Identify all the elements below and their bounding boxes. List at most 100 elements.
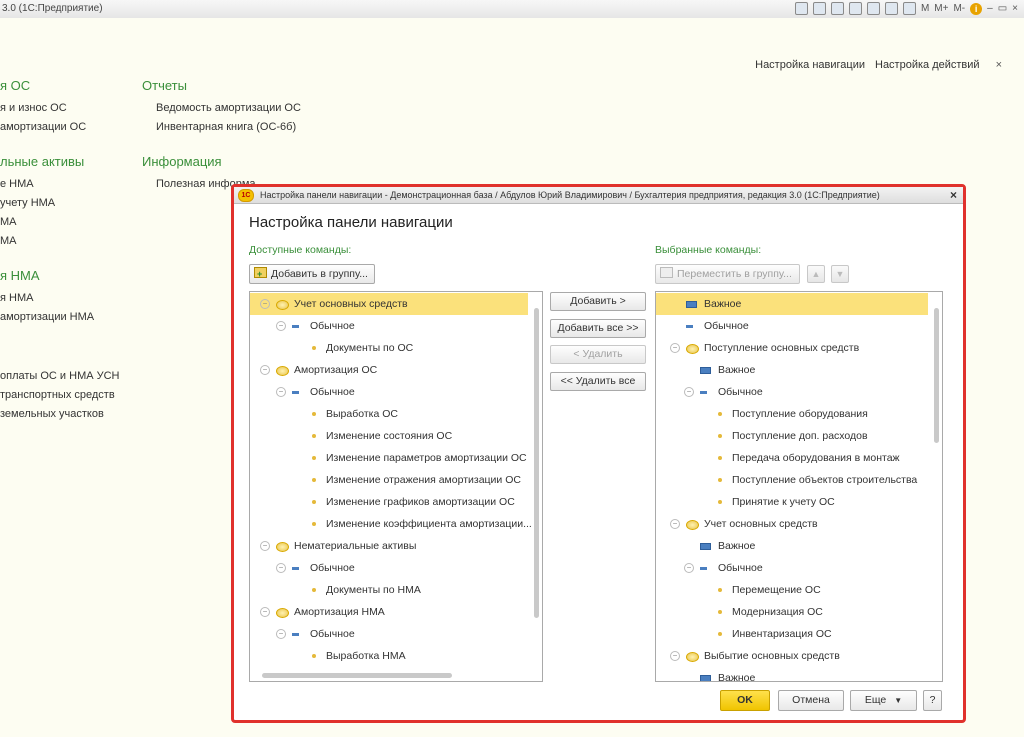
collapse-toggle-icon[interactable]: − xyxy=(260,541,270,551)
move-to-group-button[interactable]: Переместить в группу... xyxy=(655,264,800,284)
tree-row-label: Обычное xyxy=(310,320,355,332)
tree-row[interactable]: Важное xyxy=(656,293,928,315)
tree-row[interactable]: Документы по НМА xyxy=(250,579,528,601)
setup-navigation-link[interactable]: Настройка навигации xyxy=(755,59,865,71)
help-button[interactable]: ? xyxy=(923,690,942,711)
add-to-group-button[interactable]: Добавить в группу... xyxy=(249,264,375,284)
tree-row[interactable]: Обычное xyxy=(656,315,928,337)
section-link[interactable]: учету НМА xyxy=(0,197,55,209)
add-all-button[interactable]: Добавить все >> xyxy=(550,319,646,338)
memory-m-button[interactable]: M xyxy=(921,3,929,14)
tree-row[interactable]: − Обычное xyxy=(656,381,928,403)
available-commands-tree[interactable]: Выработка НМА − Обычное − Амортизация НМА Док… xyxy=(249,291,543,682)
collapse-toggle-icon[interactable]: − xyxy=(276,321,286,331)
favorites-icon[interactable] xyxy=(848,2,862,15)
link-icon[interactable] xyxy=(866,2,880,15)
collapse-toggle-icon[interactable]: − xyxy=(260,299,270,309)
section-link[interactable]: МА xyxy=(0,235,17,247)
section-link[interactable]: е НМА xyxy=(0,178,34,190)
print-icon[interactable] xyxy=(812,2,826,15)
tree-row[interactable]: − Выбытие основных средств xyxy=(656,645,928,667)
tree-row[interactable]: Выработка ОС xyxy=(250,403,528,425)
dialog-close-icon[interactable]: × xyxy=(950,187,957,203)
tree-row[interactable]: − Учет основных средств xyxy=(656,513,928,535)
tree-row[interactable]: Передача оборудования в монтаж xyxy=(656,447,928,469)
collapse-toggle-icon[interactable]: − xyxy=(260,365,270,375)
tree-row[interactable]: Документы по ОС xyxy=(250,337,528,359)
tree-row[interactable]: − Амортизация ОС xyxy=(250,359,528,381)
setup-actions-link[interactable]: Настройка действий xyxy=(875,59,980,71)
tree-row[interactable]: − Обычное xyxy=(250,381,528,403)
close-panel-icon[interactable]: × xyxy=(996,59,1002,71)
ok-button[interactable]: OK xyxy=(720,690,770,711)
preview-icon[interactable] xyxy=(830,2,844,15)
section-link[interactable]: оплаты ОС и НМА УСН xyxy=(0,370,120,382)
collapse-toggle-icon[interactable]: − xyxy=(276,629,286,639)
tree-row[interactable]: Модернизация ОС xyxy=(656,601,928,623)
more-button[interactable]: Еще ▼ xyxy=(850,690,917,711)
close-icon[interactable]: × xyxy=(1012,3,1018,14)
tree-row[interactable]: Принятие к учету ОС xyxy=(656,491,928,513)
tree-row[interactable]: − Обычное xyxy=(250,557,528,579)
memory-minus-button[interactable]: M- xyxy=(953,3,965,14)
section-link[interactable]: я и износ ОС xyxy=(0,102,67,114)
move-down-button[interactable]: ▼ xyxy=(831,265,849,283)
info-icon[interactable]: i xyxy=(970,2,983,15)
memory-plus-button[interactable]: M+ xyxy=(934,3,948,14)
tree-row[interactable]: − Обычное xyxy=(250,623,528,645)
tree-row[interactable]: Инвентаризация ОС xyxy=(656,623,928,645)
vertical-scrollbar[interactable] xyxy=(934,308,939,443)
move-up-button[interactable]: ▲ xyxy=(807,265,825,283)
vertical-scrollbar[interactable] xyxy=(534,308,539,618)
remove-all-button[interactable]: << Удалить все xyxy=(550,372,646,391)
section-link[interactable]: я НМА xyxy=(0,292,33,304)
command-dot-icon xyxy=(718,610,722,614)
collapse-toggle-icon[interactable]: − xyxy=(684,387,694,397)
horizontal-scrollbar[interactable] xyxy=(262,673,452,678)
section-link[interactable]: амортизации ОС xyxy=(0,121,86,133)
section-link[interactable]: земельных участков xyxy=(0,408,104,420)
selected-commands-tree[interactable]: Важное − Выбытие основных средств Инвентари… xyxy=(655,291,943,682)
section-link[interactable]: Инвентарная книга (ОС-6б) xyxy=(156,121,296,133)
tree-row-label: Нематериальные активы xyxy=(294,540,417,552)
tree-row[interactable]: − Учет основных средств xyxy=(250,293,528,315)
tree-row[interactable]: Важное xyxy=(656,535,928,557)
section-title-os: я ОС xyxy=(0,78,31,93)
section-link[interactable]: Ведомость амортизации ОС xyxy=(156,102,301,114)
save-icon[interactable] xyxy=(794,2,808,15)
tree-row[interactable]: − Нематериальные активы xyxy=(250,535,528,557)
tree-row[interactable]: Изменение отражения амортизации ОС xyxy=(250,469,528,491)
tree-row[interactable]: − Поступление основных средств xyxy=(656,337,928,359)
collapse-toggle-icon[interactable]: − xyxy=(670,651,680,661)
tree-row[interactable]: − Амортизация НМА xyxy=(250,601,528,623)
collapse-toggle-icon[interactable]: − xyxy=(276,387,286,397)
tree-row[interactable]: − Обычное xyxy=(656,557,928,579)
tree-row[interactable]: Поступление оборудования xyxy=(656,403,928,425)
tree-row[interactable]: Изменение коэффициента амортизации... xyxy=(250,513,532,535)
restore-icon[interactable]: ▭ xyxy=(998,3,1007,14)
cancel-button[interactable]: Отмена xyxy=(778,690,844,711)
collapse-toggle-icon[interactable]: − xyxy=(670,343,680,353)
tree-row[interactable]: Изменение графиков амортизации ОС xyxy=(250,491,528,513)
collapse-toggle-icon[interactable]: − xyxy=(260,607,270,617)
calculator-icon[interactable] xyxy=(884,2,898,15)
tree-row[interactable]: Выработка НМА xyxy=(250,645,528,667)
collapse-toggle-icon[interactable]: − xyxy=(684,563,694,573)
tree-row[interactable]: Поступление объектов строительства xyxy=(656,469,928,491)
remove-button[interactable]: < Удалить xyxy=(550,345,646,364)
section-link[interactable]: МА xyxy=(0,216,17,228)
tree-row[interactable]: Поступление доп. расходов xyxy=(656,425,928,447)
section-link[interactable]: амортизации НМА xyxy=(0,311,94,323)
minimize-icon[interactable]: – xyxy=(987,3,993,14)
section-link[interactable]: транспортных средств xyxy=(0,389,115,401)
collapse-toggle-icon[interactable]: − xyxy=(670,519,680,529)
tree-row[interactable]: Важное xyxy=(656,359,928,381)
tree-row[interactable]: Важное xyxy=(656,667,928,681)
calendar-icon[interactable] xyxy=(902,2,916,15)
tree-row[interactable]: Изменение состояния ОС xyxy=(250,425,528,447)
collapse-toggle-icon[interactable]: − xyxy=(276,563,286,573)
tree-row[interactable]: − Обычное xyxy=(250,315,528,337)
tree-row[interactable]: Перемещение ОС xyxy=(656,579,928,601)
add-button[interactable]: Добавить > xyxy=(550,292,646,311)
tree-row[interactable]: Изменение параметров амортизации ОС xyxy=(250,447,528,469)
